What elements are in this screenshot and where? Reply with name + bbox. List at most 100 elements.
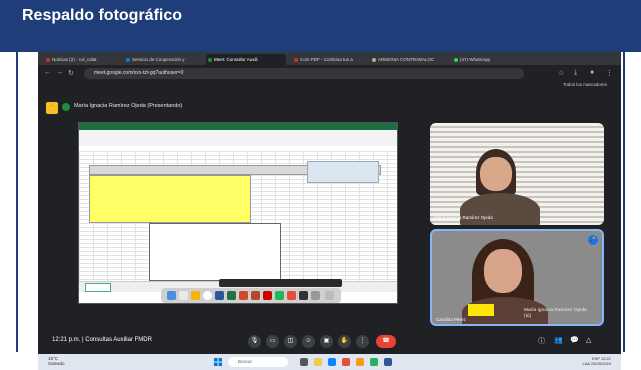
tab-favicon-icon <box>46 57 50 62</box>
pdf-icon[interactable] <box>263 291 272 300</box>
tab-label: Noticias (2) - col_cdiat <box>52 57 97 62</box>
raise-hand-icon[interactable]: ✋ <box>338 335 351 348</box>
tab-label: Com PDF - Combina tus a <box>300 57 353 62</box>
self-sub: (tú) <box>524 314 532 319</box>
app-icon[interactable] <box>287 291 296 300</box>
system-tray[interactable]: ESP 12:21 LAA 25/09/2024 <box>583 356 612 366</box>
meeting-name: Consultas Auxiliar FMDR <box>85 337 152 343</box>
activities-icon[interactable]: △ <box>586 336 591 344</box>
lang-sub: LAA <box>582 361 590 366</box>
address-bar-row: ← → ↻ meet.google.com/xxx-tzt-gq?authuse… <box>38 65 621 82</box>
screenshot-photo: Noticias (2) - col_cdiat Servicio de Coo… <box>38 52 621 354</box>
sticky-note <box>468 304 494 316</box>
meeting-time: 12:21 p.m. | Consultas Auxiliar FMDR <box>52 337 152 343</box>
browser-tab[interactable]: ARMONIA CONTRABALOC <box>370 54 446 65</box>
participant-body <box>460 193 540 225</box>
star-icon[interactable]: ☆ <box>558 69 564 77</box>
more-options-icon[interactable]: ⋮ <box>356 335 369 348</box>
browser-tab[interactable]: Servicio de Cooperación y <box>124 54 200 65</box>
download-icon[interactable]: ⤓ <box>574 69 577 77</box>
present-icon[interactable]: ▣ <box>320 335 333 348</box>
chrome-icon[interactable] <box>342 358 350 366</box>
app-icon[interactable] <box>370 358 378 366</box>
time-separator: | <box>82 337 84 343</box>
app-icon[interactable] <box>191 291 200 300</box>
url-field[interactable]: meet.google.com/xxx-tzt-gq?authuser=0 <box>84 68 524 79</box>
excel-blue-block <box>307 161 379 183</box>
info-icon[interactable]: ⓘ <box>538 336 545 346</box>
all-bookmarks-link[interactable]: Todos los marcadores <box>563 82 607 87</box>
excel-ribbon <box>79 130 397 147</box>
arrow-left-icon[interactable]: ← <box>44 69 51 76</box>
tab-label: Meet: Consultor Auxili <box>214 57 258 62</box>
tab-label: (47) WhatsApp <box>460 57 491 62</box>
browser-tab[interactable]: Com PDF - Combina tus a <box>292 54 364 65</box>
captions-icon[interactable]: ◫ <box>284 335 297 348</box>
people-icon[interactable]: 👥 <box>554 336 563 344</box>
word-icon[interactable] <box>384 358 392 366</box>
reload-icon[interactable]: ↻ <box>68 69 74 77</box>
emoji-icon[interactable]: ☺ <box>302 335 315 348</box>
file-explorer-icon[interactable] <box>314 358 322 366</box>
time-text: 12:21 p.m. <box>52 337 81 343</box>
app-icon[interactable] <box>251 291 260 300</box>
bookmarks-bar: Todos los marcadores <box>38 82 621 90</box>
app-icon[interactable] <box>311 291 320 300</box>
presenter-label: María Ignacia Ramírez Ojeda (Presentando… <box>74 103 183 109</box>
weather-widget[interactable]: 19°C Soleado <box>48 356 65 366</box>
clock-date: 25/09/2024 <box>590 361 611 366</box>
chrome-icon[interactable] <box>203 291 212 300</box>
trash-icon[interactable] <box>325 291 334 300</box>
slide-title: Respaldo fotográfico <box>22 7 183 24</box>
taskbar-search[interactable]: Buscar <box>228 357 288 367</box>
windows-taskbar: 19°C Soleado Buscar ESP 12:21 LAA 25/09/… <box>38 354 621 370</box>
finder-icon[interactable] <box>167 291 176 300</box>
chat-icon[interactable]: 💬 <box>570 336 579 344</box>
phone-hangup-icon[interactable]: ☎ <box>376 335 396 348</box>
edge-icon[interactable] <box>328 358 336 366</box>
excel-legend-table <box>149 223 281 281</box>
spotify-icon[interactable] <box>275 291 284 300</box>
frame-border-left <box>16 52 18 352</box>
frame-border-right <box>623 52 625 352</box>
self-name-label: María Ignacia Ramírez Ojeda (tú) <box>524 308 604 320</box>
participant-name-label: María Ignacia Ramírez Ojeda <box>434 215 493 220</box>
shared-screen-spreadsheet <box>78 122 398 304</box>
menu-icon[interactable]: ⋮ <box>606 69 613 77</box>
arrow-right-icon[interactable]: → <box>56 69 63 76</box>
word-icon[interactable] <box>215 291 224 300</box>
presenting-bar: ✋ María Ignacia Ramírez Ojeda (Presentan… <box>38 100 621 116</box>
browser-tab-bar: Noticias (2) - col_cdiat Servicio de Coo… <box>38 52 621 65</box>
excel-sheet-tab[interactable] <box>85 283 111 292</box>
excel-icon[interactable] <box>227 291 236 300</box>
powerpoint-icon[interactable] <box>239 291 248 300</box>
participant-name-label: Carolina Pérez <box>436 317 466 322</box>
microphone-icon[interactable]: 🎙 <box>248 335 261 348</box>
app-icon[interactable] <box>299 291 308 300</box>
excel-title-bar <box>79 123 397 130</box>
slide-header: Respaldo fotográfico <box>0 0 641 52</box>
participant-tile-top[interactable]: María Ignacia Ramírez Ojeda <box>430 123 604 225</box>
tab-favicon-icon <box>208 57 212 62</box>
self-name: María Ignacia Ramírez Ojeda <box>524 308 587 313</box>
participant-face <box>480 157 512 191</box>
browser-tab-active[interactable]: Meet: Consultor Auxili <box>206 54 286 65</box>
weather-desc: Soleado <box>48 361 65 366</box>
meet-control-bar: 12:21 p.m. | Consultas Auxiliar FMDR 🎙 ▭… <box>38 330 621 354</box>
screen-share-toast <box>219 279 342 287</box>
profile-icon[interactable]: ● <box>590 69 594 76</box>
windows-start-icon[interactable] <box>214 358 222 366</box>
participant-face <box>484 249 522 293</box>
tab-favicon-icon <box>126 57 130 62</box>
tab-favicon-icon <box>294 57 298 62</box>
mac-dock <box>161 288 341 303</box>
excel-highlighted-block <box>89 175 251 223</box>
camera-icon[interactable]: ▭ <box>266 335 279 348</box>
browser-tab[interactable]: (47) WhatsApp <box>452 54 514 65</box>
launchpad-icon[interactable] <box>179 291 188 300</box>
taskview-icon[interactable] <box>300 358 308 366</box>
app-icon[interactable] <box>356 358 364 366</box>
microphone-icon[interactable]: 🎤 <box>588 235 598 245</box>
hand-icon[interactable]: ✋ <box>46 102 58 114</box>
browser-tab[interactable]: Noticias (2) - col_cdiat <box>44 54 116 65</box>
